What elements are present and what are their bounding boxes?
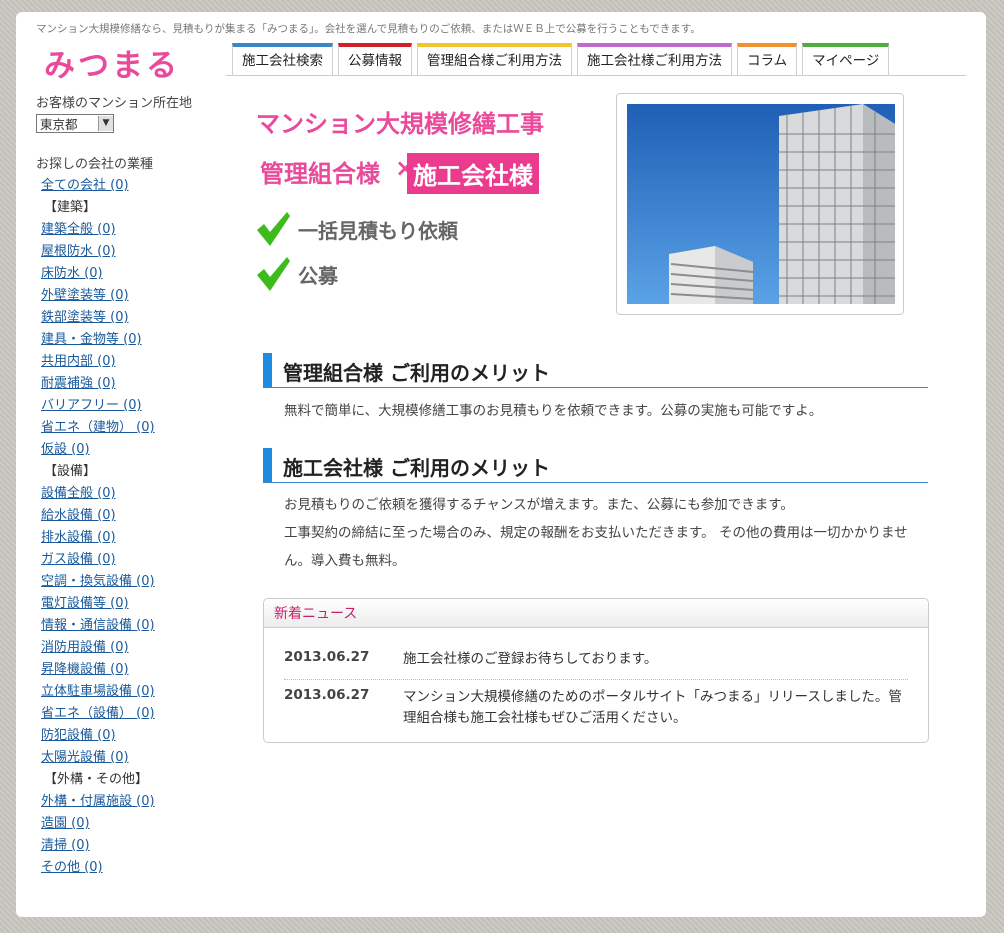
category-link[interactable]: 昇降機設備 (0) bbox=[36, 659, 226, 681]
category-link[interactable]: 排水設備 (0) bbox=[36, 527, 226, 549]
tab-column[interactable]: コラム bbox=[737, 43, 798, 75]
category-link[interactable]: ガス設備 (0) bbox=[36, 549, 226, 571]
hero-title: マンション大規模修繕工事 bbox=[256, 109, 544, 138]
main-nav: 施工会社検索 公募情報 管理組合様ご利用方法 施工会社様ご利用方法 コラム マイ… bbox=[232, 43, 890, 75]
site-logo[interactable]: みつまる bbox=[44, 40, 180, 85]
category-link[interactable]: 全ての会社 (0) bbox=[36, 175, 226, 197]
tab-mypage[interactable]: マイページ bbox=[802, 43, 890, 75]
sidebar: お客様のマンション所在地 東京都 ▼ お探しの会社の業種 全ての会社 (0) 【建… bbox=[36, 92, 226, 879]
category-group-label: 【設備】 bbox=[44, 464, 97, 479]
category-link[interactable]: 省エネ（設備） (0) bbox=[36, 703, 226, 725]
category-link[interactable]: 省エネ（建物） (0) bbox=[36, 417, 226, 439]
heading-accent-bar bbox=[263, 353, 272, 387]
category-link[interactable]: 太陽光設備 (0) bbox=[36, 747, 226, 769]
category-link[interactable]: 共用内部 (0) bbox=[36, 351, 226, 373]
news-text: 施工会社様のご登録お待ちしております。 bbox=[403, 651, 658, 667]
hero-right-label: 施工会社様 bbox=[407, 153, 539, 194]
checkmark-icon bbox=[257, 257, 290, 291]
news-date: 2013.06.27 bbox=[284, 687, 370, 703]
tab-company-search[interactable]: 施工会社検索 bbox=[232, 43, 333, 75]
category-link[interactable]: 建築全般 (0) bbox=[36, 219, 226, 241]
category-link[interactable]: 情報・通信設備 (0) bbox=[36, 615, 226, 637]
building-photo-frame bbox=[616, 93, 904, 315]
category-link[interactable]: 床防水 (0) bbox=[36, 263, 226, 285]
category-link[interactable]: 造園 (0) bbox=[36, 813, 226, 835]
category-link[interactable]: 設備全般 (0) bbox=[36, 483, 226, 505]
category-link[interactable]: 鉄部塗装等 (0) bbox=[36, 307, 226, 329]
category-list: 全ての会社 (0) 【建築】建築全般 (0) 屋根防水 (0) 床防水 (0) 外壁塗装… bbox=[36, 175, 226, 879]
news-divider bbox=[284, 679, 908, 680]
news-title: 新着ニュース bbox=[274, 606, 358, 622]
chevron-down-icon[interactable]: ▼ bbox=[98, 116, 113, 131]
category-link[interactable]: 清掃 (0) bbox=[36, 835, 226, 857]
category-link[interactable]: 防犯設備 (0) bbox=[36, 725, 226, 747]
category-link[interactable]: 消防用設備 (0) bbox=[36, 637, 226, 659]
checkmark-icon bbox=[257, 212, 290, 246]
check-label-estimate: 一括見積もり依頼 bbox=[298, 218, 458, 243]
category-link[interactable]: 耐震補強 (0) bbox=[36, 373, 226, 395]
industry-label: お探しの会社の業種 bbox=[36, 157, 154, 172]
category-link[interactable]: バリアフリー (0) bbox=[36, 395, 226, 417]
tab-public-offers[interactable]: 公募情報 bbox=[338, 43, 412, 75]
category-link[interactable]: 外壁塗装等 (0) bbox=[36, 285, 226, 307]
contractor-merit-title: 施工会社様 ご利用のメリット bbox=[283, 456, 550, 480]
heading-accent-bar bbox=[263, 448, 272, 482]
category-link[interactable]: 建具・金物等 (0) bbox=[36, 329, 226, 351]
category-group-label: 【建築】 bbox=[44, 200, 97, 215]
contractor-merit-heading: 施工会社様 ご利用のメリット bbox=[263, 448, 928, 483]
location-label: お客様のマンション所在地 bbox=[36, 96, 193, 111]
check-label-offer: 公募 bbox=[298, 263, 338, 288]
category-link[interactable]: 仮設 (0) bbox=[36, 439, 226, 461]
contractor-merit-text: お見積もりのご依頼を獲得するチャンスが増えます。また、公募にも参加できます。 工… bbox=[284, 491, 924, 575]
category-group-label: 【外構・その他】 bbox=[44, 772, 149, 787]
news-date: 2013.06.27 bbox=[284, 649, 370, 665]
check-row-offer: 公募 bbox=[254, 255, 338, 293]
category-link[interactable]: 屋根防水 (0) bbox=[36, 241, 226, 263]
owner-merit-text: 無料で簡単に、大規模修繕工事のお見積もりを依頼できます。公募の実施も可能ですよ。 bbox=[284, 403, 823, 419]
owner-merit-heading: 管理組合様 ご利用のメリット bbox=[263, 353, 928, 388]
header-tagline: マンション大規模修繕なら、見積もりが集まる「みつまる」。会社を選んで見積もりのご… bbox=[36, 23, 701, 35]
news-box: 新着ニュース 2013.06.27 施工会社様のご登録お待ちしております。 20… bbox=[263, 598, 929, 743]
tab-contractor-guide[interactable]: 施工会社様ご利用方法 bbox=[577, 43, 732, 75]
nav-divider bbox=[226, 75, 966, 76]
tab-owner-guide[interactable]: 管理組合様ご利用方法 bbox=[417, 43, 572, 75]
contractor-merit-line2: 工事契約の締結に至った場合のみ、規定の報酬をお支払いただきます。 その他の費用は… bbox=[284, 525, 908, 569]
category-link[interactable]: 電灯設備等 (0) bbox=[36, 593, 226, 615]
page-container: マンション大規模修繕なら、見積もりが集まる「みつまる」。会社を選んで見積もりのご… bbox=[16, 12, 986, 917]
category-link[interactable]: 給水設備 (0) bbox=[36, 505, 226, 527]
hero-banner: マンション大規模修繕工事 管理組合様 × 施工会社様 一括見積もり依頼 公募 bbox=[254, 104, 594, 304]
news-text: マンション大規模修繕のためのポータルサイト「みつまる」リリースしました。管理組合… bbox=[403, 689, 902, 726]
category-link[interactable]: 立体駐車場設備 (0) bbox=[36, 681, 226, 703]
building-photo bbox=[627, 104, 895, 304]
location-select-value: 東京都 bbox=[40, 117, 78, 132]
category-link[interactable]: 外構・付属施設 (0) bbox=[36, 791, 226, 813]
location-select[interactable]: 東京都 ▼ bbox=[36, 114, 114, 133]
owner-merit-title: 管理組合様 ご利用のメリット bbox=[283, 361, 550, 385]
hero-left-label: 管理組合様 bbox=[260, 159, 380, 188]
check-row-estimate: 一括見積もり依頼 bbox=[254, 210, 458, 248]
news-header: 新着ニュース bbox=[264, 599, 928, 628]
category-link[interactable]: 空調・換気設備 (0) bbox=[36, 571, 226, 593]
category-link[interactable]: その他 (0) bbox=[36, 857, 226, 879]
contractor-merit-line1: お見積もりのご依頼を獲得するチャンスが増えます。また、公募にも参加できます。 bbox=[284, 497, 794, 513]
